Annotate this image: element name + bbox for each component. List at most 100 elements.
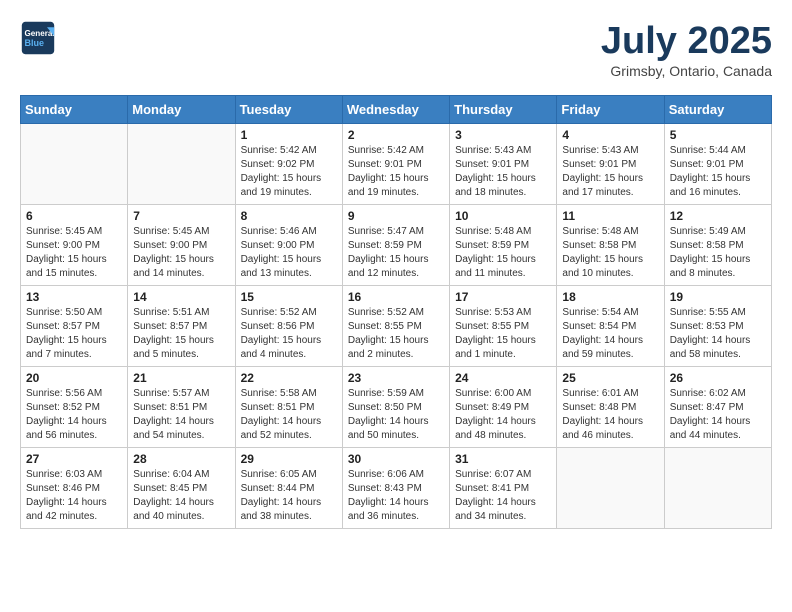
day-detail: Sunrise: 5:48 AM Sunset: 8:59 PM Dayligh… — [455, 225, 551, 281]
day-detail: Sunrise: 5:56 AM Sunset: 8:52 PM Dayligh… — [26, 387, 122, 443]
day-number: 4 — [562, 128, 658, 142]
calendar-cell: 25 Sunrise: 6:01 AM Sunset: 8:48 PM Dayli… — [557, 367, 664, 448]
calendar-week-row: 27 Sunrise: 6:03 AM Sunset: 8:46 PM Dayli… — [21, 448, 772, 529]
day-number: 15 — [241, 290, 337, 304]
calendar-cell: 24 Sunrise: 6:00 AM Sunset: 8:49 PM Dayli… — [450, 367, 557, 448]
day-detail: Sunrise: 5:42 AM Sunset: 9:01 PM Dayligh… — [348, 144, 444, 200]
calendar-cell: 21 Sunrise: 5:57 AM Sunset: 8:51 PM Dayli… — [128, 367, 235, 448]
calendar-cell: 26 Sunrise: 6:02 AM Sunset: 8:47 PM Dayli… — [664, 367, 771, 448]
column-header-thursday: Thursday — [450, 96, 557, 124]
calendar-cell: 17 Sunrise: 5:53 AM Sunset: 8:55 PM Dayli… — [450, 286, 557, 367]
day-detail: Sunrise: 5:47 AM Sunset: 8:59 PM Dayligh… — [348, 225, 444, 281]
day-number: 6 — [26, 209, 122, 223]
calendar-cell: 7Sunrise: 5:45 AM Sunset: 9:00 PM Daylig… — [128, 205, 235, 286]
calendar-cell: 12 Sunrise: 5:49 AM Sunset: 8:58 PM Dayli… — [664, 205, 771, 286]
calendar-cell: 3 Sunrise: 5:43 AM Sunset: 9:01 PM Daylig… — [450, 124, 557, 205]
day-detail: Sunrise: 5:43 AM Sunset: 9:01 PM Dayligh… — [455, 144, 551, 200]
calendar-cell: 31 Sunrise: 6:07 AM Sunset: 8:41 PM Dayli… — [450, 448, 557, 529]
day-number: 30 — [348, 452, 444, 466]
location: Grimsby, Ontario, Canada — [601, 63, 772, 79]
column-header-sunday: Sunday — [21, 96, 128, 124]
day-detail: Sunrise: 6:03 AM Sunset: 8:46 PM Dayligh… — [26, 468, 122, 524]
day-number: 26 — [670, 371, 766, 385]
day-number: 3 — [455, 128, 551, 142]
day-number: 27 — [26, 452, 122, 466]
calendar-cell: 30Sunrise: 6:06 AM Sunset: 8:43 PM Dayli… — [342, 448, 449, 529]
calendar-cell: 28 Sunrise: 6:04 AM Sunset: 8:45 PM Dayli… — [128, 448, 235, 529]
calendar-cell: 14Sunrise: 5:51 AM Sunset: 8:57 PM Dayli… — [128, 286, 235, 367]
calendar-cell: 22 Sunrise: 5:58 AM Sunset: 8:51 PM Dayli… — [235, 367, 342, 448]
column-header-friday: Friday — [557, 96, 664, 124]
page-header: General Blue July 2025 Grimsby, Ontario,… — [20, 20, 772, 79]
logo: General Blue — [20, 20, 56, 56]
day-number: 8 — [241, 209, 337, 223]
title-block: July 2025 Grimsby, Ontario, Canada — [601, 20, 772, 79]
day-detail: Sunrise: 5:45 AM Sunset: 9:00 PM Dayligh… — [26, 225, 122, 281]
day-detail: Sunrise: 5:44 AM Sunset: 9:01 PM Dayligh… — [670, 144, 766, 200]
day-number: 5 — [670, 128, 766, 142]
day-detail: Sunrise: 5:59 AM Sunset: 8:50 PM Dayligh… — [348, 387, 444, 443]
calendar-week-row: 1Sunrise: 5:42 AM Sunset: 9:02 PM Daylig… — [21, 124, 772, 205]
day-number: 12 — [670, 209, 766, 223]
day-detail: Sunrise: 5:52 AM Sunset: 8:56 PM Dayligh… — [241, 306, 337, 362]
calendar-cell: 1Sunrise: 5:42 AM Sunset: 9:02 PM Daylig… — [235, 124, 342, 205]
calendar-cell — [557, 448, 664, 529]
day-detail: Sunrise: 5:43 AM Sunset: 9:01 PM Dayligh… — [562, 144, 658, 200]
month-title: July 2025 — [601, 20, 772, 63]
svg-text:Blue: Blue — [25, 38, 45, 48]
calendar-week-row: 6 Sunrise: 5:45 AM Sunset: 9:00 PM Daylig… — [21, 205, 772, 286]
day-detail: Sunrise: 6:00 AM Sunset: 8:49 PM Dayligh… — [455, 387, 551, 443]
day-number: 17 — [455, 290, 551, 304]
calendar-cell: 11Sunrise: 5:48 AM Sunset: 8:58 PM Dayli… — [557, 205, 664, 286]
day-number: 21 — [133, 371, 229, 385]
column-header-monday: Monday — [128, 96, 235, 124]
calendar-week-row: 13 Sunrise: 5:50 AM Sunset: 8:57 PM Dayli… — [21, 286, 772, 367]
day-number: 18 — [562, 290, 658, 304]
day-number: 23 — [348, 371, 444, 385]
day-detail: Sunrise: 5:45 AM Sunset: 9:00 PM Dayligh… — [133, 225, 229, 281]
day-detail: Sunrise: 6:07 AM Sunset: 8:41 PM Dayligh… — [455, 468, 551, 524]
day-detail: Sunrise: 6:01 AM Sunset: 8:48 PM Dayligh… — [562, 387, 658, 443]
day-detail: Sunrise: 5:46 AM Sunset: 9:00 PM Dayligh… — [241, 225, 337, 281]
calendar-cell: 4 Sunrise: 5:43 AM Sunset: 9:01 PM Daylig… — [557, 124, 664, 205]
calendar-week-row: 20 Sunrise: 5:56 AM Sunset: 8:52 PM Dayli… — [21, 367, 772, 448]
day-detail: Sunrise: 5:50 AM Sunset: 8:57 PM Dayligh… — [26, 306, 122, 362]
day-number: 16 — [348, 290, 444, 304]
day-number: 19 — [670, 290, 766, 304]
day-number: 1 — [241, 128, 337, 142]
calendar-cell: 10 Sunrise: 5:48 AM Sunset: 8:59 PM Dayli… — [450, 205, 557, 286]
calendar-cell — [664, 448, 771, 529]
column-header-saturday: Saturday — [664, 96, 771, 124]
day-detail: Sunrise: 6:05 AM Sunset: 8:44 PM Dayligh… — [241, 468, 337, 524]
day-detail: Sunrise: 5:55 AM Sunset: 8:53 PM Dayligh… — [670, 306, 766, 362]
day-number: 24 — [455, 371, 551, 385]
day-detail: Sunrise: 5:54 AM Sunset: 8:54 PM Dayligh… — [562, 306, 658, 362]
day-number: 10 — [455, 209, 551, 223]
day-number: 31 — [455, 452, 551, 466]
calendar-cell: 8 Sunrise: 5:46 AM Sunset: 9:00 PM Daylig… — [235, 205, 342, 286]
day-number: 20 — [26, 371, 122, 385]
calendar-cell: 2Sunrise: 5:42 AM Sunset: 9:01 PM Daylig… — [342, 124, 449, 205]
day-number: 9 — [348, 209, 444, 223]
calendar-cell: 5 Sunrise: 5:44 AM Sunset: 9:01 PM Daylig… — [664, 124, 771, 205]
day-number: 22 — [241, 371, 337, 385]
column-header-tuesday: Tuesday — [235, 96, 342, 124]
column-header-wednesday: Wednesday — [342, 96, 449, 124]
day-number: 25 — [562, 371, 658, 385]
calendar-cell: 6 Sunrise: 5:45 AM Sunset: 9:00 PM Daylig… — [21, 205, 128, 286]
calendar-cell: 29 Sunrise: 6:05 AM Sunset: 8:44 PM Dayli… — [235, 448, 342, 529]
day-detail: Sunrise: 5:49 AM Sunset: 8:58 PM Dayligh… — [670, 225, 766, 281]
day-number: 11 — [562, 209, 658, 223]
calendar-cell: 15 Sunrise: 5:52 AM Sunset: 8:56 PM Dayli… — [235, 286, 342, 367]
day-detail: Sunrise: 6:02 AM Sunset: 8:47 PM Dayligh… — [670, 387, 766, 443]
day-detail: Sunrise: 5:53 AM Sunset: 8:55 PM Dayligh… — [455, 306, 551, 362]
day-detail: Sunrise: 5:57 AM Sunset: 8:51 PM Dayligh… — [133, 387, 229, 443]
calendar-header-row: SundayMondayTuesdayWednesdayThursdayFrid… — [21, 96, 772, 124]
calendar-cell: 13 Sunrise: 5:50 AM Sunset: 8:57 PM Dayli… — [21, 286, 128, 367]
day-number: 28 — [133, 452, 229, 466]
day-detail: Sunrise: 5:58 AM Sunset: 8:51 PM Dayligh… — [241, 387, 337, 443]
calendar-cell — [128, 124, 235, 205]
day-number: 29 — [241, 452, 337, 466]
day-detail: Sunrise: 6:04 AM Sunset: 8:45 PM Dayligh… — [133, 468, 229, 524]
day-number: 13 — [26, 290, 122, 304]
